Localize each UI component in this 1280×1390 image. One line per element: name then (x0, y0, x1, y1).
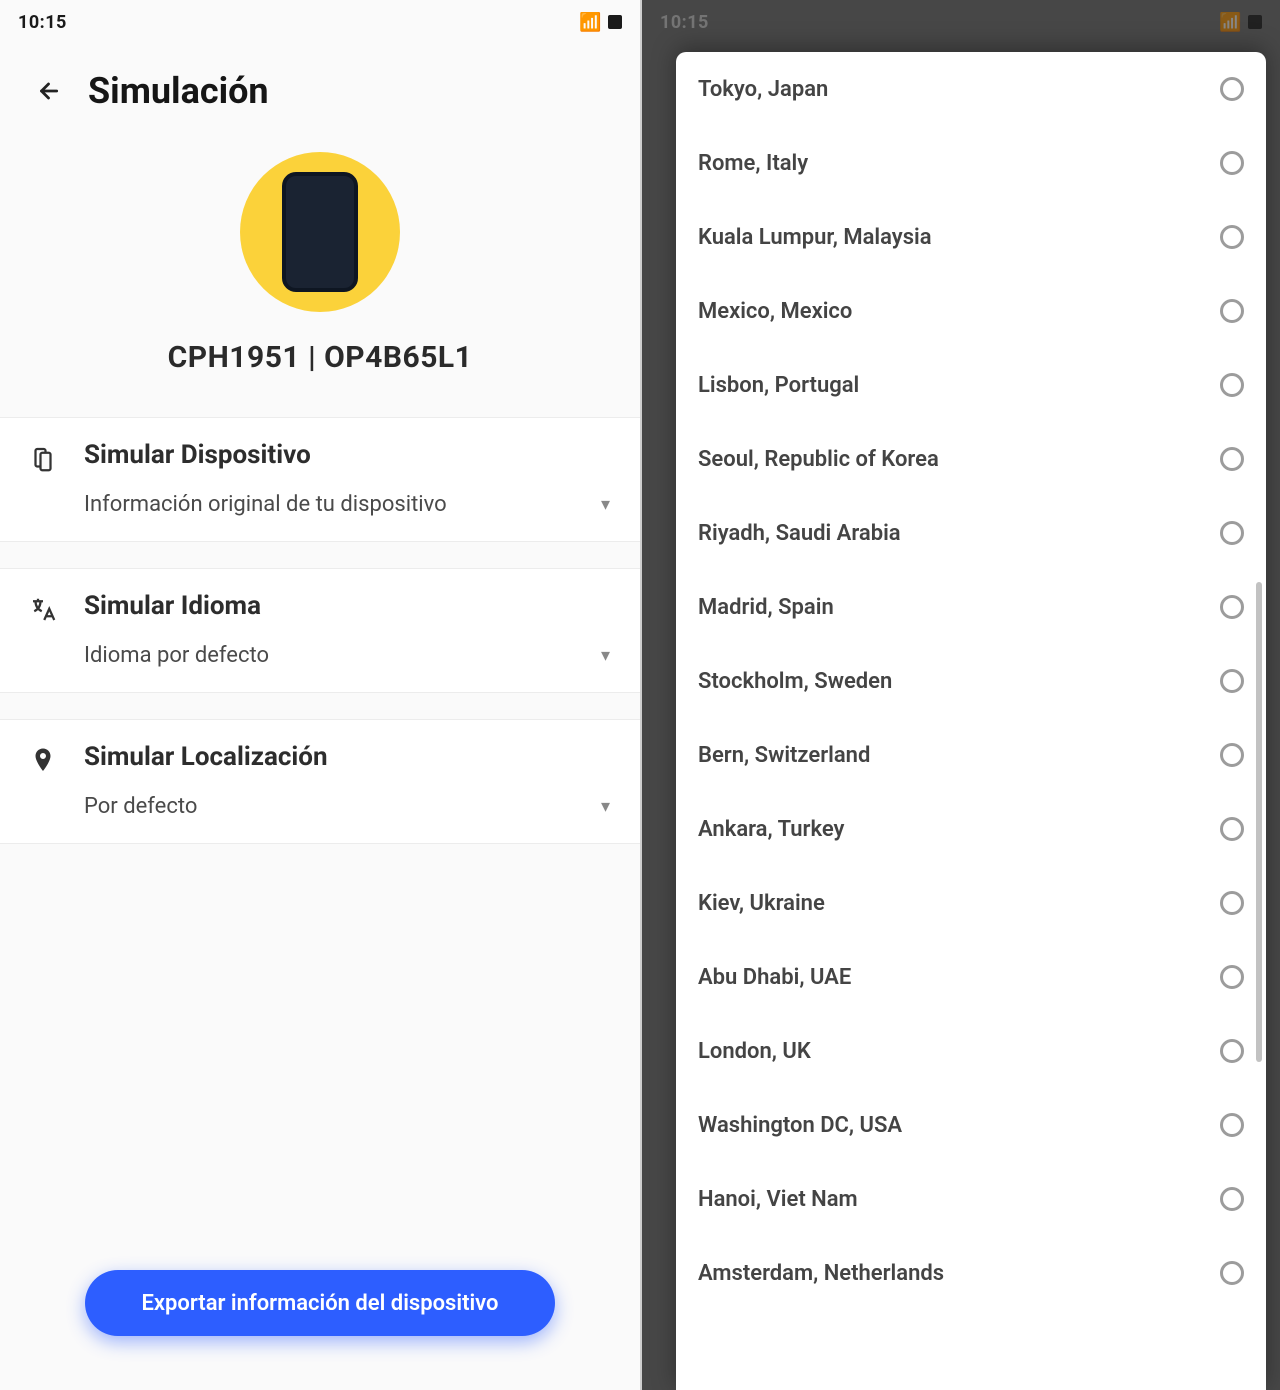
radio-icon[interactable] (1220, 1039, 1244, 1063)
language-select[interactable]: Idioma por defecto ▾ (84, 643, 616, 668)
chevron-down-icon: ▾ (601, 645, 610, 666)
location-option[interactable]: Lisbon, Portugal (676, 348, 1266, 422)
card-title: Simular Idioma (84, 591, 616, 621)
radio-icon[interactable] (1220, 891, 1244, 915)
location-label: Stockholm, Sweden (698, 669, 892, 694)
location-option[interactable]: Bern, Switzerland (676, 718, 1266, 792)
location-option[interactable]: Madrid, Spain (676, 570, 1266, 644)
location-label: London, UK (698, 1039, 811, 1064)
pin-icon (24, 742, 62, 780)
location-label: Amsterdam, Netherlands (698, 1261, 944, 1286)
location-option[interactable]: London, UK (676, 1014, 1266, 1088)
location-option[interactable]: Ankara, Turkey (676, 792, 1266, 866)
location-label: Madrid, Spain (698, 595, 834, 620)
chevron-down-icon: ▾ (601, 494, 610, 515)
location-option[interactable]: Mexico, Mexico (676, 274, 1266, 348)
radio-icon[interactable] (1220, 1113, 1244, 1137)
back-button[interactable] (28, 74, 62, 108)
location-label: Washington DC, USA (698, 1113, 902, 1138)
location-label: Lisbon, Portugal (698, 373, 859, 398)
avatar (240, 152, 400, 312)
battery-icon (608, 15, 622, 29)
radio-icon[interactable] (1220, 299, 1244, 323)
radio-icon[interactable] (1220, 447, 1244, 471)
location-option[interactable]: Rome, Italy (676, 126, 1266, 200)
location-label: Kuala Lumpur, Malaysia (698, 225, 932, 250)
device-select[interactable]: Información original de tu dispositivo ▾ (84, 492, 616, 517)
location-option[interactable]: Seoul, Republic of Korea (676, 422, 1266, 496)
radio-icon[interactable] (1220, 669, 1244, 693)
settings-cards: Simular Dispositivo Información original… (0, 417, 640, 844)
location-option[interactable]: Kuala Lumpur, Malaysia (676, 200, 1266, 274)
location-select-value: Por defecto (84, 794, 197, 819)
radio-icon[interactable] (1220, 1187, 1244, 1211)
location-label: Rome, Italy (698, 151, 808, 176)
location-option[interactable]: Washington DC, USA (676, 1088, 1266, 1162)
radio-icon[interactable] (1220, 595, 1244, 619)
radio-icon[interactable] (1220, 521, 1244, 545)
status-bar: 10:15 📶 (0, 0, 640, 44)
location-label: Ankara, Turkey (698, 817, 844, 842)
location-label: Tokyo, Japan (698, 77, 828, 102)
radio-icon[interactable] (1220, 77, 1244, 101)
radio-icon[interactable] (1220, 1261, 1244, 1285)
status-time: 10:15 (18, 12, 67, 33)
radio-icon[interactable] (1220, 151, 1244, 175)
device-id: CPH1951 | OP4B65L1 (168, 340, 473, 375)
translate-icon (24, 591, 62, 629)
device-profile: CPH1951 | OP4B65L1 (0, 152, 640, 383)
screen-simulation: 10:15 📶 Simulación CPH1951 | OP4B65L1 (0, 0, 640, 1390)
device-select-value: Información original de tu dispositivo (84, 492, 447, 517)
chevron-down-icon: ▾ (601, 796, 610, 817)
location-option[interactable]: Abu Dhabi, UAE (676, 940, 1266, 1014)
radio-icon[interactable] (1220, 817, 1244, 841)
radio-icon[interactable] (1220, 373, 1244, 397)
page-header: Simulación (0, 44, 640, 142)
location-option[interactable]: Amsterdam, Netherlands (676, 1236, 1266, 1310)
device-swap-icon (24, 440, 62, 478)
location-label: Hanoi, Viet Nam (698, 1187, 858, 1212)
language-select-value: Idioma por defecto (84, 643, 269, 668)
page-title: Simulación (88, 70, 269, 112)
device-icon (282, 172, 358, 292)
card-title: Simular Localización (84, 742, 616, 772)
wifi-icon: 📶 (579, 12, 602, 33)
location-sheet: Tokyo, Japan Rome, Italy Kuala Lumpur, Mal… (676, 52, 1266, 1390)
location-label: Bern, Switzerland (698, 743, 870, 768)
radio-icon[interactable] (1220, 225, 1244, 249)
location-label: Kiev, Ukraine (698, 891, 825, 916)
card-sim-device: Simular Dispositivo Información original… (0, 417, 640, 542)
scrollbar[interactable] (1256, 582, 1262, 1062)
location-list[interactable]: Tokyo, Japan Rome, Italy Kuala Lumpur, Mal… (676, 52, 1266, 1390)
status-icons: 📶 (579, 12, 622, 33)
location-option[interactable]: Hanoi, Viet Nam (676, 1162, 1266, 1236)
location-select[interactable]: Por defecto ▾ (84, 794, 616, 819)
card-sim-language: Simular Idioma Idioma por defecto ▾ (0, 568, 640, 693)
location-option[interactable]: Kiev, Ukraine (676, 866, 1266, 940)
radio-icon[interactable] (1220, 743, 1244, 767)
location-label: Mexico, Mexico (698, 299, 852, 324)
location-label: Seoul, Republic of Korea (698, 447, 939, 472)
card-sim-location: Simular Localización Por defecto ▾ (0, 719, 640, 844)
location-label: Abu Dhabi, UAE (698, 965, 851, 990)
export-button-label: Exportar información del dispositivo (141, 1291, 498, 1316)
location-option[interactable]: Riyadh, Saudi Arabia (676, 496, 1266, 570)
location-label: Riyadh, Saudi Arabia (698, 521, 901, 546)
screen-location-picker: 10:15 📶 Tokyo, JapanRome, ItalyKuala Lum… (640, 0, 1280, 1390)
card-title: Simular Dispositivo (84, 440, 616, 470)
location-option[interactable]: Tokyo, Japan (676, 52, 1266, 126)
radio-icon[interactable] (1220, 965, 1244, 989)
location-option[interactable]: Stockholm, Sweden (676, 644, 1266, 718)
export-device-info-button[interactable]: Exportar información del dispositivo (85, 1270, 555, 1336)
